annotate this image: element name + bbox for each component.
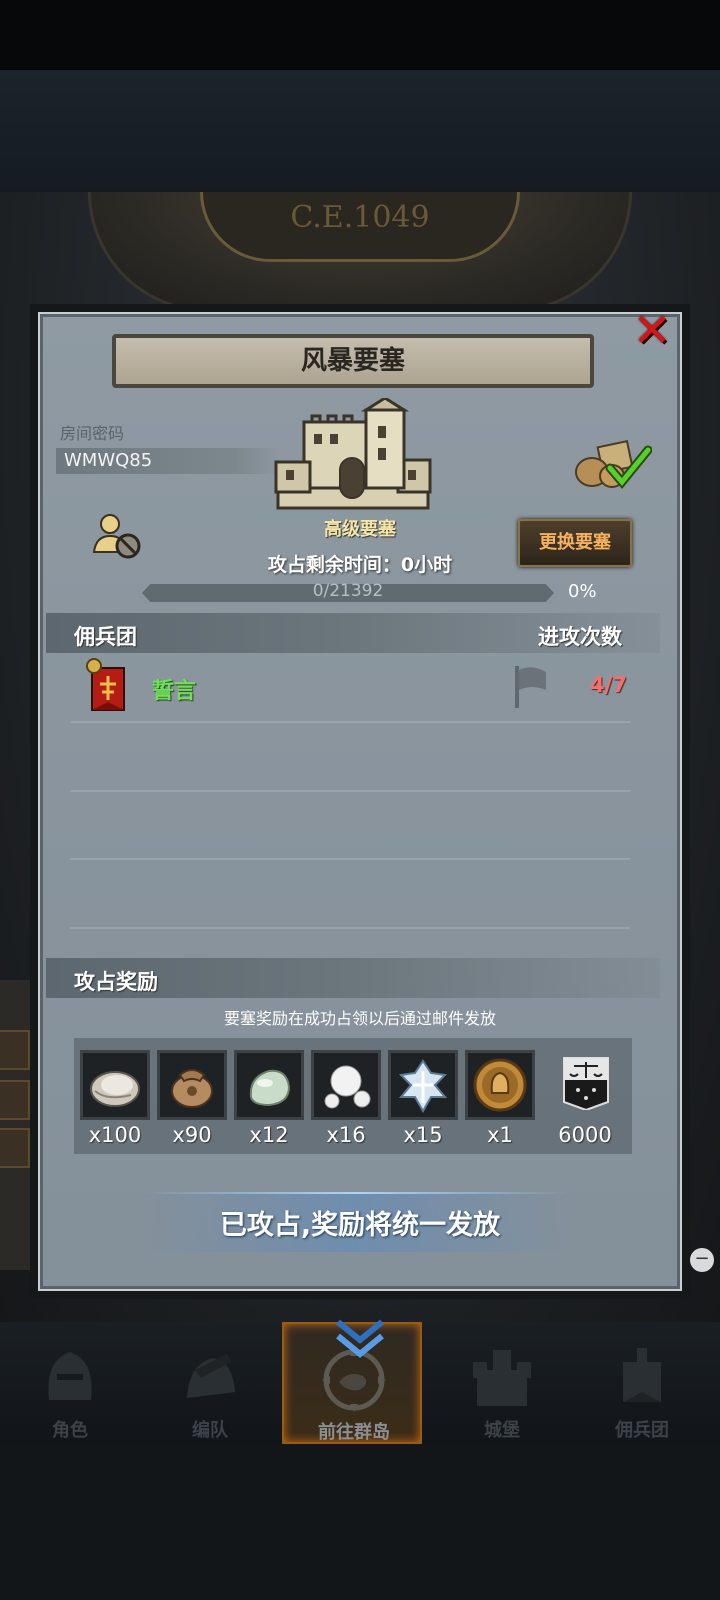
claim-status-line xyxy=(140,1192,570,1194)
oyster-icon xyxy=(90,1071,140,1107)
knight-helmet-icon xyxy=(48,1352,92,1400)
formation-icon xyxy=(187,1354,235,1398)
attacks-header: 进攻次数 xyxy=(538,625,622,649)
reward-note: 要塞奖励在成功占领以后通过邮件发放 xyxy=(223,1009,496,1028)
mercenary-section-title: 佣兵团 xyxy=(74,625,137,649)
castle-icon xyxy=(274,398,432,510)
nav-tab-label: 角色 xyxy=(52,1420,88,1441)
jade-stone-icon xyxy=(249,1069,291,1107)
change-fortress-button[interactable]: 更换要塞 xyxy=(518,519,632,567)
nav-tab-formation[interactable]: 编队 xyxy=(140,1322,280,1444)
reward-section-title: 攻占奖励 xyxy=(74,970,158,994)
justice-banner-icon xyxy=(563,1057,609,1110)
nav-tab-label: 城堡 xyxy=(484,1420,520,1441)
top-banner xyxy=(0,70,720,192)
crystal-cross-icon xyxy=(398,1059,448,1113)
claim-status-text: 已攻占,奖励将统一发放 xyxy=(219,1210,501,1241)
nav-tab-label: 佣兵团 xyxy=(615,1420,669,1441)
reward-slot[interactable] xyxy=(550,1050,620,1120)
progress-percent: 0% xyxy=(568,581,597,602)
reward-slot[interactable] xyxy=(234,1050,304,1120)
pearls-icon xyxy=(324,1065,371,1109)
status-bar-area xyxy=(0,0,720,70)
reward-slot[interactable] xyxy=(80,1050,150,1120)
reward-quantity: x12 xyxy=(249,1123,289,1147)
reward-slot[interactable] xyxy=(388,1050,458,1120)
bottom-area xyxy=(0,1444,720,1600)
sack-icon xyxy=(171,1069,213,1108)
flag-icon xyxy=(515,666,546,708)
reward-quantity: x1 xyxy=(487,1123,513,1147)
row-divider xyxy=(70,721,630,723)
reward-quantity: x16 xyxy=(326,1123,366,1147)
minus-icon[interactable]: − xyxy=(690,1248,714,1272)
reward-quantity: 6000 xyxy=(558,1123,612,1147)
row-divider xyxy=(70,858,630,860)
attack-count: 4/7 xyxy=(590,673,627,697)
nav-tab-character[interactable]: 角色 xyxy=(0,1322,140,1444)
era-label: C.E.1049 xyxy=(290,200,430,235)
row-divider xyxy=(70,927,630,929)
reward-quantity: x15 xyxy=(403,1123,443,1147)
side-search-button[interactable] xyxy=(0,1128,30,1168)
nav-tab-label: 编队 xyxy=(192,1420,228,1441)
row-divider xyxy=(70,790,630,792)
guild-name[interactable]: 誓言 xyxy=(152,673,196,705)
side-button[interactable] xyxy=(0,1030,30,1070)
nav-tab-castle[interactable]: 城堡 xyxy=(432,1322,572,1444)
room-code-value: WMWQ85 xyxy=(56,448,282,474)
supply-check-icon[interactable] xyxy=(572,438,652,490)
reward-quantity: x100 xyxy=(88,1123,142,1147)
side-button[interactable] xyxy=(0,1080,30,1120)
reward-slot[interactable] xyxy=(311,1050,381,1120)
mercenary-icon xyxy=(623,1348,661,1402)
reward-slot[interactable] xyxy=(465,1050,535,1120)
nav-tab-mercenary[interactable]: 佣兵团 xyxy=(572,1322,712,1444)
reward-slot[interactable] xyxy=(157,1050,227,1120)
castle-icon xyxy=(473,1350,531,1406)
user-blocked-icon[interactable] xyxy=(92,512,144,560)
close-icon[interactable]: ✕ xyxy=(628,306,676,354)
room-code-label: 房间密码 xyxy=(60,424,125,443)
reward-quantity: x90 xyxy=(172,1123,212,1147)
progress-text: 0/21392 xyxy=(312,581,384,601)
dialog-title: 风暴要塞 xyxy=(112,334,594,388)
chevron-down-icon xyxy=(336,1319,384,1358)
knight-medal-icon xyxy=(473,1058,527,1112)
nav-tab-label: 前往群岛 xyxy=(318,1422,390,1443)
guild-banner-icon xyxy=(86,658,125,711)
